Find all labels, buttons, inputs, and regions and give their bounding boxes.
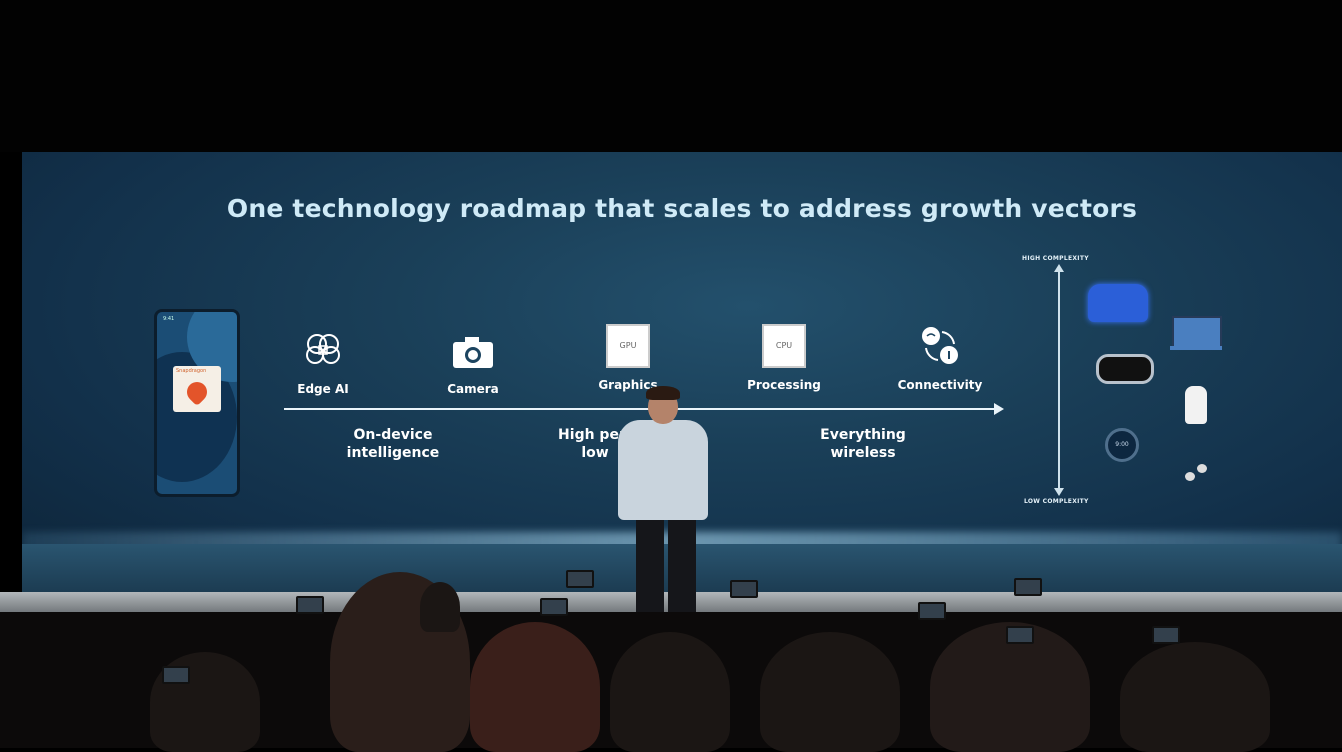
audience (0, 572, 1342, 752)
snapdragon-logo-icon (182, 377, 212, 407)
gpu-chip-icon: GPU (606, 324, 650, 368)
snapdragon-chip: Snapdragon (173, 366, 221, 412)
feature-label: Camera (447, 382, 499, 396)
smart-speaker-icon (1185, 386, 1207, 424)
cpu-chip-icon: CPU (762, 324, 806, 368)
subtitle-line: wireless (830, 445, 896, 461)
subtitle-line: intelligence (346, 445, 440, 461)
audience-phone (1152, 626, 1180, 644)
presenter-hair (646, 386, 680, 400)
audience-phone (1006, 626, 1034, 644)
subtitle-on-device: On-device intelligence (338, 426, 448, 462)
arrow-up-icon (1054, 264, 1064, 272)
audience-phone (296, 596, 324, 614)
brain-icon (306, 334, 340, 364)
audience-phone (730, 580, 758, 598)
audience-phone (162, 666, 190, 684)
arrow-down-icon (1054, 488, 1064, 496)
laptop-icon (1172, 316, 1222, 348)
subtitle-everything-wireless: Everything wireless (808, 426, 918, 462)
slide-title: One technology roadmap that scales to ad… (226, 194, 1138, 223)
wireless-icon (922, 327, 958, 364)
feature-label: Processing (747, 378, 821, 392)
subtitle-line: Everything (820, 427, 906, 443)
feature-camera: Camera (438, 332, 508, 396)
audience-member (760, 632, 900, 752)
audience-member (610, 632, 730, 752)
smartwatch-icon: 9:00 (1105, 428, 1139, 462)
chip-label: Snapdragon (176, 368, 207, 374)
camera-icon (453, 337, 493, 368)
car-icon (1088, 284, 1148, 322)
presenter-leg (668, 518, 696, 618)
laptop-base (1170, 346, 1222, 350)
audience-phone (1014, 578, 1042, 596)
complexity-axis (1054, 264, 1064, 496)
audience-phone (540, 598, 568, 616)
feature-connectivity: Connectivity (892, 324, 988, 392)
feature-label: Connectivity (897, 378, 983, 392)
audience-member (470, 622, 600, 752)
feature-edge-ai: Edge AI (288, 328, 358, 396)
xr-goggles-icon (1096, 354, 1154, 384)
presenter-leg (636, 518, 664, 618)
roadmap-arrow (284, 403, 1004, 415)
presenter-shirt (618, 420, 708, 520)
feature-label: Edge AI (297, 382, 349, 396)
smartphone-image: 9:41 Snapdragon (154, 309, 240, 497)
feature-processing: CPU Processing (744, 324, 824, 392)
high-complexity-label: HIGH COMPLEXITY (1022, 255, 1089, 262)
ceiling-dark-area (0, 0, 1342, 152)
low-complexity-label: LOW COMPLEXITY (1024, 498, 1089, 505)
subtitle-line: On-device (353, 427, 433, 443)
audience-member (1120, 642, 1270, 752)
audience-phone (566, 570, 594, 588)
audience-member (420, 582, 460, 632)
phone-status-time: 9:41 (163, 316, 175, 322)
earbuds-icon (1185, 464, 1209, 484)
audience-phone (918, 602, 946, 620)
feature-graphics: GPU Graphics (588, 324, 668, 392)
